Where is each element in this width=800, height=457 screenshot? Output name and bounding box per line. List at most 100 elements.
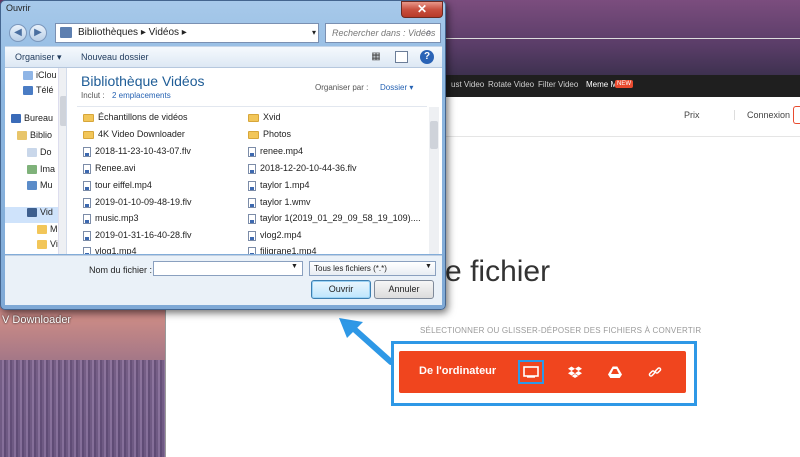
list-item[interactable]: Échantillons de vidéos bbox=[83, 112, 188, 128]
nav-scrollbar[interactable] bbox=[58, 68, 66, 254]
open-file-dialog: Ouvrir ✕ ◀ ▶ Bibliothèques ▸ Vidéos ▸ ▾ … bbox=[0, 0, 446, 310]
view-options-icon[interactable]: ▦ bbox=[369, 51, 383, 63]
documents-icon bbox=[27, 148, 37, 158]
tree-item-public-videos[interactable]: Vi bbox=[37, 239, 58, 254]
list-item[interactable]: filigrane1.mp4 bbox=[248, 246, 317, 254]
address-dropdown-icon[interactable]: ▾ bbox=[307, 23, 321, 43]
tree-item-my-videos[interactable]: M bbox=[37, 224, 58, 240]
list-item[interactable]: music.mp3 bbox=[83, 213, 139, 229]
video-file-icon bbox=[83, 146, 91, 157]
tree-item-pictures[interactable]: Ima bbox=[27, 164, 55, 180]
tree-item-libraries[interactable]: Biblio bbox=[17, 130, 52, 146]
google-drive-icon[interactable] bbox=[602, 360, 628, 384]
folder-icon bbox=[248, 130, 259, 139]
open-button[interactable]: Ouvrir bbox=[311, 280, 371, 299]
wallpaper-field bbox=[0, 360, 165, 457]
desktop-icon-label[interactable]: V Downloader bbox=[2, 314, 71, 326]
music-icon bbox=[27, 181, 37, 191]
from-computer-button[interactable]: De l'ordinateur bbox=[419, 365, 496, 377]
filename-dropdown-icon[interactable]: ▼ bbox=[291, 263, 298, 270]
pictures-icon bbox=[27, 165, 37, 175]
organize-menu[interactable]: Organiser ▾ bbox=[15, 52, 62, 63]
computer-icon[interactable] bbox=[518, 360, 544, 384]
list-item[interactable]: 2019-01-10-09-48-19.flv bbox=[83, 197, 192, 213]
link-icon[interactable] bbox=[642, 360, 668, 384]
list-item[interactable]: 4K Video Downloader bbox=[83, 129, 185, 145]
address-bar[interactable]: Bibliothèques ▸ Vidéos ▸ bbox=[55, 23, 319, 43]
arrange-by-label: Organiser par : bbox=[315, 83, 369, 92]
tree-item-documents[interactable]: Do bbox=[27, 147, 52, 163]
folder-icon bbox=[248, 113, 259, 122]
list-item[interactable]: vlog2.mp4 bbox=[248, 230, 302, 246]
back-arrow-icon[interactable]: ◀ bbox=[9, 24, 27, 42]
upload-bar: De l'ordinateur bbox=[399, 351, 686, 393]
list-item[interactable]: 2018-12-20-10-44-36.flv bbox=[248, 163, 357, 179]
login-link[interactable]: Connexion bbox=[734, 110, 790, 120]
video-file-icon bbox=[248, 246, 256, 254]
video-file-icon bbox=[248, 197, 256, 208]
include-label: Inclut : bbox=[81, 91, 105, 100]
callout-arrow bbox=[339, 318, 394, 365]
video-file-icon bbox=[83, 197, 91, 208]
file-type-select[interactable]: Tous les fichiers (*.*) bbox=[309, 261, 436, 276]
tree-item-videos[interactable]: Vid bbox=[5, 207, 58, 223]
file-type-dropdown-icon[interactable]: ▼ bbox=[425, 263, 432, 270]
file-list-scrollbar[interactable] bbox=[429, 107, 439, 254]
video-file-icon bbox=[248, 213, 256, 224]
filename-input[interactable] bbox=[153, 261, 303, 276]
list-item[interactable]: Xvid bbox=[248, 112, 281, 128]
search-icon[interactable]: ⌕ bbox=[426, 27, 432, 38]
nav-item-adjust-video[interactable]: ust Video bbox=[451, 80, 484, 89]
search-input[interactable]: Rechercher dans : Vidéos ⌕ bbox=[325, 23, 441, 43]
video-file-icon bbox=[83, 180, 91, 191]
dialog-footer: Nom du fichier : ▼ Tous les fichiers (*.… bbox=[5, 255, 442, 305]
library-icon bbox=[17, 131, 27, 141]
video-file-icon bbox=[248, 230, 256, 241]
tree-item-downloads[interactable]: Télé bbox=[23, 85, 54, 101]
tree-item-icloud[interactable]: iClou bbox=[23, 70, 57, 86]
nav-item-rotate-video[interactable]: Rotate Video bbox=[488, 80, 534, 89]
dialog-title: Ouvrir bbox=[6, 3, 31, 13]
new-badge: NEW bbox=[615, 80, 633, 88]
video-file-icon bbox=[248, 146, 256, 157]
video-file-icon bbox=[83, 246, 91, 254]
list-item[interactable]: 2019-01-31-16-40-28.flv bbox=[83, 230, 192, 246]
divider bbox=[77, 106, 427, 107]
navigation-pane: iClou Télé Bureau Biblio Do Ima Mu Vid M… bbox=[5, 68, 67, 254]
folder-icon bbox=[83, 130, 94, 139]
new-folder-button[interactable]: Nouveau dossier bbox=[81, 52, 149, 62]
cancel-button[interactable]: Annuler bbox=[374, 280, 434, 299]
help-icon[interactable]: ? bbox=[420, 50, 434, 64]
videos-icon bbox=[27, 208, 37, 218]
list-item[interactable]: vlog1.mp4 bbox=[83, 246, 137, 254]
list-item[interactable]: renee.mp4 bbox=[248, 146, 303, 162]
list-item[interactable]: taylor 1.mp4 bbox=[248, 180, 310, 196]
dropbox-icon[interactable] bbox=[562, 360, 588, 384]
tree-item-desktop[interactable]: Bureau bbox=[11, 113, 53, 129]
include-locations-link[interactable]: 2 emplacements bbox=[112, 91, 171, 100]
close-button[interactable]: ✕ bbox=[401, 1, 443, 18]
folder-icon bbox=[37, 240, 47, 250]
list-item[interactable]: Photos bbox=[248, 129, 291, 145]
arrange-by-dropdown[interactable]: Dossier ▾ bbox=[380, 83, 413, 92]
tree-item-music[interactable]: Mu bbox=[27, 180, 53, 196]
folder-icon bbox=[37, 225, 47, 235]
list-item[interactable]: 2018-11-23-10-43-07.flv bbox=[83, 146, 191, 162]
file-list-area: Bibliothèque Vidéos Inclut : 2 emplaceme… bbox=[67, 68, 442, 254]
address-path[interactable]: Bibliothèques ▸ Vidéos ▸ bbox=[78, 27, 187, 38]
nav-scroll-thumb[interactable] bbox=[60, 96, 66, 126]
video-file-icon bbox=[248, 163, 256, 174]
signup-button[interactable] bbox=[793, 106, 800, 124]
forward-arrow-icon[interactable]: ▶ bbox=[29, 24, 47, 42]
list-item[interactable]: Renee.avi bbox=[83, 163, 136, 179]
pricing-link[interactable]: Prix bbox=[684, 110, 700, 120]
folder-icon bbox=[83, 113, 94, 122]
file-list-scroll-thumb[interactable] bbox=[430, 121, 438, 149]
cloud-icon bbox=[23, 71, 33, 81]
list-item[interactable]: taylor 1(2019_01_29_09_58_19_109).... bbox=[248, 213, 421, 229]
list-item[interactable]: taylor 1.wmv bbox=[248, 197, 311, 213]
preview-pane-icon[interactable] bbox=[395, 51, 408, 63]
drop-hint-text: SÉLECTIONNER OU GLISSER-DÉPOSER DES FICH… bbox=[420, 326, 702, 335]
nav-item-filter-video[interactable]: Filter Video bbox=[538, 80, 578, 89]
list-item[interactable]: tour eiffel.mp4 bbox=[83, 180, 152, 196]
